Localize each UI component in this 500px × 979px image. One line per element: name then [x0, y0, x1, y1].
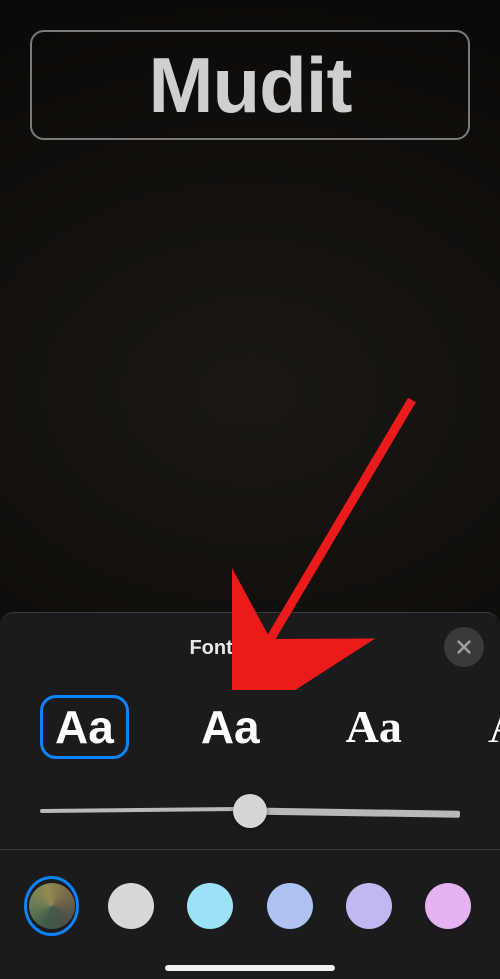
- color-option-dynamic[interactable]: [24, 876, 79, 936]
- color-option-white[interactable]: [103, 876, 158, 936]
- color-option-periwinkle[interactable]: [262, 876, 317, 936]
- selection-ring: [24, 876, 79, 936]
- color-swatch: [187, 883, 233, 929]
- close-button[interactable]: [444, 627, 484, 667]
- color-swatch: [267, 883, 313, 929]
- close-icon: [455, 638, 473, 656]
- sheet-title: Font & Color: [0, 637, 500, 660]
- display-text: Mudit: [149, 40, 352, 131]
- font-picker: Aa Aa Aa Aa: [0, 687, 500, 767]
- section-divider: [0, 849, 500, 850]
- slider-knob[interactable]: [233, 794, 267, 828]
- text-edit-frame[interactable]: Mudit: [30, 30, 470, 140]
- font-option-2[interactable]: Aa: [187, 696, 274, 758]
- color-option-pink[interactable]: [421, 876, 476, 936]
- color-swatch: [108, 883, 154, 929]
- color-option-cyan[interactable]: [183, 876, 238, 936]
- font-color-sheet: Font & Color Aa Aa Aa Aa: [0, 612, 500, 979]
- home-indicator[interactable]: [165, 965, 335, 971]
- slider-track: [250, 808, 460, 818]
- font-option-3[interactable]: Aa: [332, 696, 416, 758]
- color-picker: [0, 869, 500, 943]
- font-option-1[interactable]: Aa: [40, 695, 129, 759]
- color-swatch: [346, 883, 392, 929]
- font-option-4[interactable]: Aa: [474, 696, 500, 758]
- color-swatch: [425, 883, 471, 929]
- slider-track: [40, 807, 250, 813]
- color-option-lavender[interactable]: [341, 876, 396, 936]
- weight-slider[interactable]: [40, 797, 460, 825]
